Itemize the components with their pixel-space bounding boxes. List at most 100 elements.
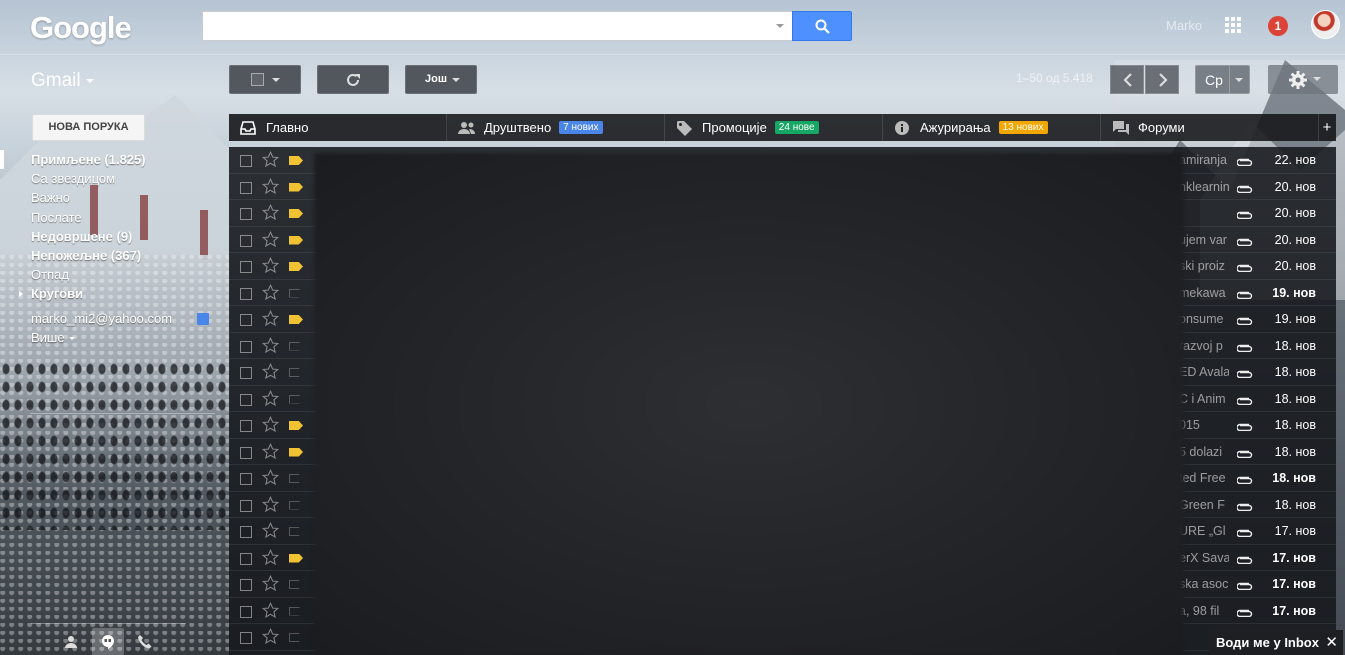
importance-marker-icon[interactable] (289, 235, 303, 245)
sidebar-item-sent[interactable]: Послате (0, 208, 228, 227)
sidebar-item-inbox[interactable]: Примљене (1.825) (0, 150, 228, 170)
expand-arrow-icon[interactable] (19, 291, 23, 298)
importance-marker-icon[interactable] (289, 606, 303, 616)
older-button[interactable] (1145, 65, 1179, 94)
star-icon[interactable] (262, 416, 279, 433)
importance-marker-icon[interactable] (289, 262, 303, 271)
importance-marker-icon[interactable] (289, 421, 303, 430)
star-icon[interactable] (262, 257, 279, 274)
importance-marker-icon[interactable] (289, 553, 303, 563)
sidebar-item-trash[interactable]: Отпад (0, 265, 228, 284)
importance-marker-icon[interactable] (289, 156, 303, 165)
contacts-button[interactable] (55, 628, 87, 655)
importance-marker-icon[interactable] (289, 527, 303, 536)
row-checkbox[interactable] (240, 261, 252, 273)
search-input[interactable] (202, 11, 792, 41)
row-checkbox[interactable] (240, 181, 252, 194)
star-icon[interactable] (262, 336, 279, 354)
label-color-swatch[interactable] (197, 312, 209, 325)
row-checkbox[interactable] (240, 314, 252, 326)
row-checkbox[interactable] (240, 526, 252, 538)
newer-button[interactable] (1110, 65, 1144, 94)
star-icon[interactable] (262, 283, 279, 301)
star-icon[interactable] (262, 151, 279, 168)
sidebar-item-circles[interactable]: Кругови (0, 284, 228, 303)
star-icon[interactable] (262, 575, 279, 592)
star-icon[interactable] (262, 628, 279, 645)
row-checkbox[interactable] (240, 340, 252, 353)
star-icon[interactable] (262, 204, 279, 221)
star-icon[interactable] (262, 548, 279, 566)
gmail-menu[interactable]: Gmail (31, 70, 94, 92)
notifications-badge[interactable]: 1 (1268, 16, 1288, 36)
row-checkbox[interactable] (240, 234, 252, 247)
star-icon[interactable] (262, 522, 279, 539)
row-checkbox[interactable] (240, 155, 252, 167)
phone-button[interactable] (129, 628, 161, 655)
star-icon[interactable] (262, 442, 279, 460)
chevron-down-icon (85, 78, 94, 83)
sidebar-item-more[interactable]: Више (0, 328, 228, 347)
row-checkbox[interactable] (240, 579, 252, 591)
more-button[interactable]: Још (405, 65, 477, 94)
star-icon[interactable] (262, 310, 279, 327)
refresh-button[interactable] (317, 65, 389, 94)
tab-primary[interactable]: Главно (229, 114, 447, 141)
apps-grid-icon[interactable] (1225, 17, 1241, 33)
star-icon[interactable] (262, 230, 279, 248)
hangouts-button[interactable] (92, 628, 124, 655)
user-name[interactable]: Marko (1166, 18, 1202, 33)
row-checkbox[interactable] (240, 446, 252, 459)
search-button[interactable] (792, 11, 852, 41)
row-checkbox[interactable] (240, 605, 252, 618)
importance-marker-icon[interactable] (289, 341, 303, 351)
sidebar-item-spam[interactable]: Непожељне (367) (0, 246, 228, 265)
importance-marker-icon[interactable] (289, 209, 303, 218)
sidebar-item-starred[interactable]: Са звездицом (0, 169, 228, 188)
row-checkbox[interactable] (240, 420, 252, 432)
add-tab-plus-icon[interactable]: + (1318, 114, 1336, 141)
settings-button[interactable] (1268, 65, 1338, 94)
attachment-paperclip-icon (1237, 556, 1253, 564)
google-logo[interactable]: Google (30, 10, 132, 46)
pagination-info: 1–50 од 5.418 (1016, 71, 1093, 85)
row-checkbox[interactable] (240, 287, 252, 300)
compose-button[interactable]: НОВА ПОРУКА (32, 114, 145, 141)
star-icon[interactable] (262, 177, 279, 195)
importance-marker-icon[interactable] (289, 182, 303, 192)
row-checkbox[interactable] (240, 393, 252, 406)
sidebar-item-yahoo-label[interactable]: marko_mi2@yahoo.com (0, 309, 228, 328)
row-checkbox[interactable] (240, 367, 252, 379)
importance-marker-icon[interactable] (289, 500, 303, 510)
input-language-button[interactable]: Ср (1195, 65, 1250, 94)
importance-marker-icon[interactable] (289, 474, 303, 483)
importance-marker-icon[interactable] (289, 315, 303, 324)
star-icon[interactable] (262, 495, 279, 513)
take-me-to-inbox-button[interactable]: Води ме у Inbox ✕ (1209, 630, 1343, 655)
tab-forums[interactable]: Форуми (1101, 114, 1319, 141)
star-icon[interactable] (262, 601, 279, 619)
star-icon[interactable] (262, 469, 279, 486)
tab-promotions[interactable]: Промоције 24 нове (665, 114, 883, 141)
row-checkbox[interactable] (240, 632, 252, 644)
importance-marker-icon[interactable] (289, 447, 303, 457)
row-checkbox[interactable] (240, 499, 252, 512)
tab-updates[interactable]: Ажурирања 13 нових (883, 114, 1101, 141)
star-icon[interactable] (262, 363, 279, 380)
importance-marker-icon[interactable] (289, 368, 303, 377)
row-checkbox[interactable] (240, 208, 252, 220)
star-icon[interactable] (262, 389, 279, 407)
close-icon[interactable]: ✕ (1325, 630, 1338, 655)
select-button[interactable] (229, 65, 301, 94)
tab-social[interactable]: Друштвено 7 нових (447, 114, 665, 141)
sidebar-item-drafts[interactable]: Недовршене (9) (0, 227, 228, 246)
importance-marker-icon[interactable] (289, 394, 303, 404)
search-options-chevron-icon[interactable] (776, 24, 784, 28)
importance-marker-icon[interactable] (289, 288, 303, 298)
importance-marker-icon[interactable] (289, 633, 303, 642)
sidebar-item-important[interactable]: Важно (0, 188, 228, 207)
row-checkbox[interactable] (240, 552, 252, 565)
avatar[interactable] (1311, 10, 1340, 39)
row-checkbox[interactable] (240, 473, 252, 485)
importance-marker-icon[interactable] (289, 580, 303, 589)
